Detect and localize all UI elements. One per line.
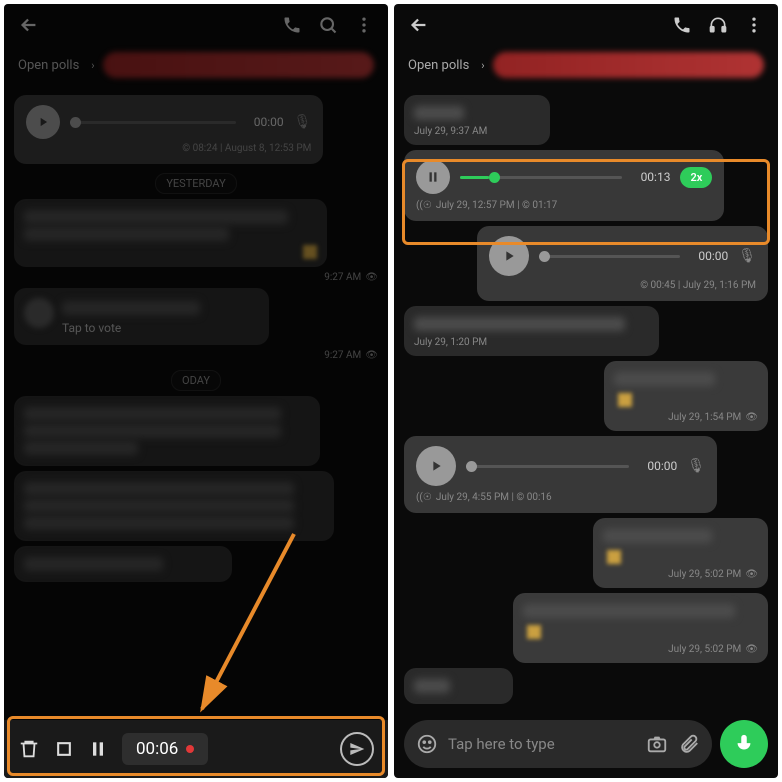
audio-message[interactable]: 00:00 🎙 © 08:24 | August 8, 12:53 PM (14, 95, 323, 164)
call-icon[interactable] (282, 15, 302, 35)
pause-icon[interactable] (416, 160, 450, 194)
polls-label: Open polls (408, 58, 469, 73)
avatar (24, 298, 54, 328)
mic-icon: 🎙 (687, 458, 705, 474)
eye-icon: 👁 (745, 569, 758, 580)
input-bar: Tap here to type (404, 720, 768, 768)
search-icon[interactable] (318, 15, 338, 35)
back-icon[interactable] (408, 14, 430, 36)
audio-meta: © 08:24 | August 8, 12:53 PM (26, 143, 311, 154)
eye-icon: 👁 (745, 644, 758, 655)
audio-in[interactable]: 00:00 🎙 ((☉ July 29, 4:55 PM | © 00:16 (404, 436, 717, 513)
timestamp: 9:27 AM 👁 (14, 272, 378, 283)
mic-icon: 🎙 (738, 248, 756, 264)
headset-icon[interactable] (708, 15, 728, 35)
polls-row[interactable]: Open polls › (394, 46, 778, 84)
recording-bar: 00:06 (4, 720, 388, 778)
audio-track[interactable] (70, 121, 236, 124)
send-button[interactable] (340, 732, 374, 766)
play-icon[interactable] (26, 105, 60, 139)
broadcast-icon: ((☉ (416, 200, 432, 211)
poll-pill (103, 52, 374, 78)
poll-message[interactable]: Tap to vote (14, 288, 269, 345)
more-icon[interactable] (354, 15, 374, 35)
message-in[interactable] (404, 668, 513, 704)
date-chip: ODAY (14, 369, 378, 388)
message-in[interactable] (14, 546, 232, 582)
input-placeholder: Tap here to type (448, 735, 636, 753)
more-icon[interactable] (744, 15, 764, 35)
pause-icon[interactable] (88, 739, 108, 759)
timestamp: July 29, 1:20 PM (414, 337, 649, 348)
record-dot-icon (186, 745, 194, 753)
recording-time-box: 00:06 (122, 733, 208, 765)
eye-icon: 👁 (745, 412, 758, 423)
audio-time: 00:00 (690, 249, 728, 263)
audio-meta: ((☉ July 29, 4:55 PM | © 00:16 (416, 492, 705, 503)
message-in[interactable] (14, 199, 327, 267)
audio-meta: ((☉ July 29, 12:57 PM | © 01:17 (416, 200, 712, 211)
chevron-right-icon: › (481, 59, 484, 72)
audio-time: 00:00 (639, 459, 677, 473)
header (394, 4, 778, 46)
chevron-right-icon: › (91, 59, 94, 72)
stop-icon[interactable] (54, 739, 74, 759)
polls-label: Open polls (18, 58, 79, 73)
timestamp: 9:27 AM 👁 (14, 350, 378, 361)
message-out[interactable]: July 29, 1:54 PM 👁 (604, 361, 768, 431)
right-screen: Open polls › July 29, 9:37 AM 00:13 2x ((… (394, 4, 778, 778)
poll-pill (493, 52, 764, 78)
polls-row[interactable]: Open polls › (4, 46, 388, 84)
message-out[interactable]: July 29, 5:02 PM 👁 (513, 593, 768, 663)
play-icon[interactable] (416, 446, 456, 486)
timestamp: July 29, 5:02 PM 👁 (603, 569, 758, 580)
chat-area: July 29, 9:37 AM 00:13 2x ((☉ July 29, 1… (394, 84, 778, 778)
broadcast-icon: ((☉ (416, 492, 432, 503)
timestamp: July 29, 5:02 PM 👁 (523, 644, 758, 655)
audio-time: 00:13 (632, 170, 670, 184)
message-in[interactable] (14, 396, 320, 466)
audio-meta: © 00:45 | July 29, 1:16 PM (489, 280, 756, 291)
message-out[interactable]: July 29, 5:02 PM 👁 (593, 518, 768, 588)
audio-track[interactable] (466, 465, 629, 468)
play-icon[interactable] (489, 236, 529, 276)
date-chip: YESTERDAY (14, 172, 378, 191)
back-icon[interactable] (18, 14, 40, 36)
speed-button[interactable]: 2x (680, 167, 712, 188)
message-in[interactable]: July 29, 9:37 AM (404, 95, 550, 145)
trash-icon[interactable] (18, 738, 40, 760)
audio-time: 00:00 (246, 115, 284, 129)
audio-out[interactable]: 00:00 🎙 © 00:45 | July 29, 1:16 PM (477, 226, 768, 301)
eye-icon: 👁 (365, 272, 378, 283)
message-in[interactable] (14, 471, 334, 541)
call-icon[interactable] (672, 15, 692, 35)
emoji-icon[interactable] (416, 733, 438, 755)
mic-button[interactable] (720, 720, 768, 768)
timestamp: July 29, 9:37 AM (414, 126, 540, 137)
mic-icon: 🎙 (294, 114, 312, 130)
attach-icon[interactable] (678, 733, 700, 755)
timestamp: July 29, 1:54 PM 👁 (614, 412, 758, 423)
voice-playing[interactable]: 00:13 2x ((☉ July 29, 12:57 PM | © 01:17 (404, 150, 724, 221)
audio-track[interactable] (539, 255, 680, 258)
chat-area: 00:00 🎙 © 08:24 | August 8, 12:53 PM YES… (4, 84, 388, 667)
header (4, 4, 388, 46)
eye-icon: 👁 (365, 350, 378, 361)
camera-icon[interactable] (646, 733, 668, 755)
message-in[interactable]: July 29, 1:20 PM (404, 306, 659, 356)
audio-track[interactable] (460, 176, 622, 179)
recording-time: 00:06 (136, 739, 178, 759)
tap-to-vote[interactable]: Tap to vote (62, 321, 259, 335)
message-input[interactable]: Tap here to type (404, 720, 712, 768)
left-screen: Open polls › 00:00 🎙 © 08:24 | August 8, … (4, 4, 388, 778)
